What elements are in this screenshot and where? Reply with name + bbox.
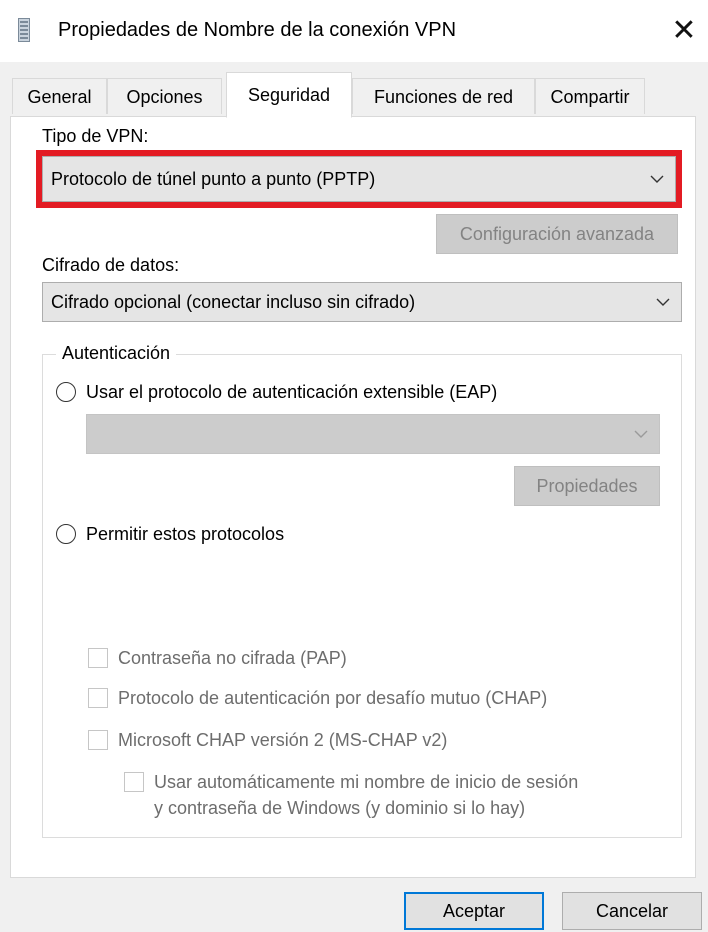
chap-label[interactable]: Protocolo de autenticación por desafío m… [118, 686, 547, 710]
mschapv2-label[interactable]: Microsoft CHAP versión 2 (MS-CHAP v2) [118, 728, 447, 752]
allow-protocols-label[interactable]: Permitir estos protocolos [86, 522, 284, 546]
encryption-select[interactable]: Cifrado opcional (conectar incluso sin c… [42, 282, 682, 322]
encryption-label: Cifrado de datos: [42, 255, 180, 275]
chevron-down-icon [650, 175, 664, 183]
chevron-down-icon [634, 430, 648, 438]
eap-radio[interactable] [56, 382, 76, 402]
chevron-down-icon [656, 298, 670, 306]
close-button[interactable]: ✕ [660, 8, 708, 54]
mschapv2-checkbox[interactable] [88, 730, 108, 750]
tab-options[interactable]: Opciones [107, 78, 222, 114]
tab-sharing[interactable]: Compartir [535, 78, 645, 114]
allow-protocols-radio[interactable] [56, 524, 76, 544]
pap-checkbox[interactable] [88, 648, 108, 668]
tab-security[interactable]: Seguridad [226, 72, 352, 118]
eap-method-select[interactable] [86, 414, 660, 454]
auto-logon-label-line2[interactable]: y contraseña de Windows (y dominio si lo… [154, 796, 525, 820]
authentication-group-label: Autenticación [56, 341, 177, 365]
vpn-type-select[interactable]: Protocolo de túnel punto a punto (PPTP) [42, 156, 676, 202]
vpn-type-value: Protocolo de túnel punto a punto (PPTP) [51, 169, 376, 189]
encryption-value: Cifrado opcional (conectar incluso sin c… [51, 292, 416, 312]
tab-general[interactable]: General [12, 78, 107, 114]
auto-logon-checkbox[interactable] [124, 772, 144, 792]
properties-button[interactable]: Propiedades [514, 466, 660, 506]
ok-button[interactable]: Aceptar [404, 892, 544, 930]
chap-checkbox[interactable] [88, 688, 108, 708]
title-bar: Propiedades de Nombre de la conexión VPN… [0, 0, 708, 62]
auto-logon-label-line1[interactable]: Usar automáticamente mi nombre de inicio… [154, 770, 578, 794]
tab-networking[interactable]: Funciones de red [352, 78, 535, 114]
vpn-type-label: Tipo de VPN: [42, 126, 149, 146]
pap-label[interactable]: Contraseña no cifrada (PAP) [118, 646, 347, 670]
cancel-button[interactable]: Cancelar [562, 892, 702, 930]
close-icon[interactable]: ✕ [671, 13, 696, 48]
window-title: Propiedades de Nombre de la conexión VPN [58, 19, 457, 41]
advanced-settings-button[interactable]: Configuración avanzada [436, 214, 678, 254]
document-icon [18, 18, 30, 42]
eap-radio-label[interactable]: Usar el protocolo de autenticación exten… [86, 380, 497, 404]
